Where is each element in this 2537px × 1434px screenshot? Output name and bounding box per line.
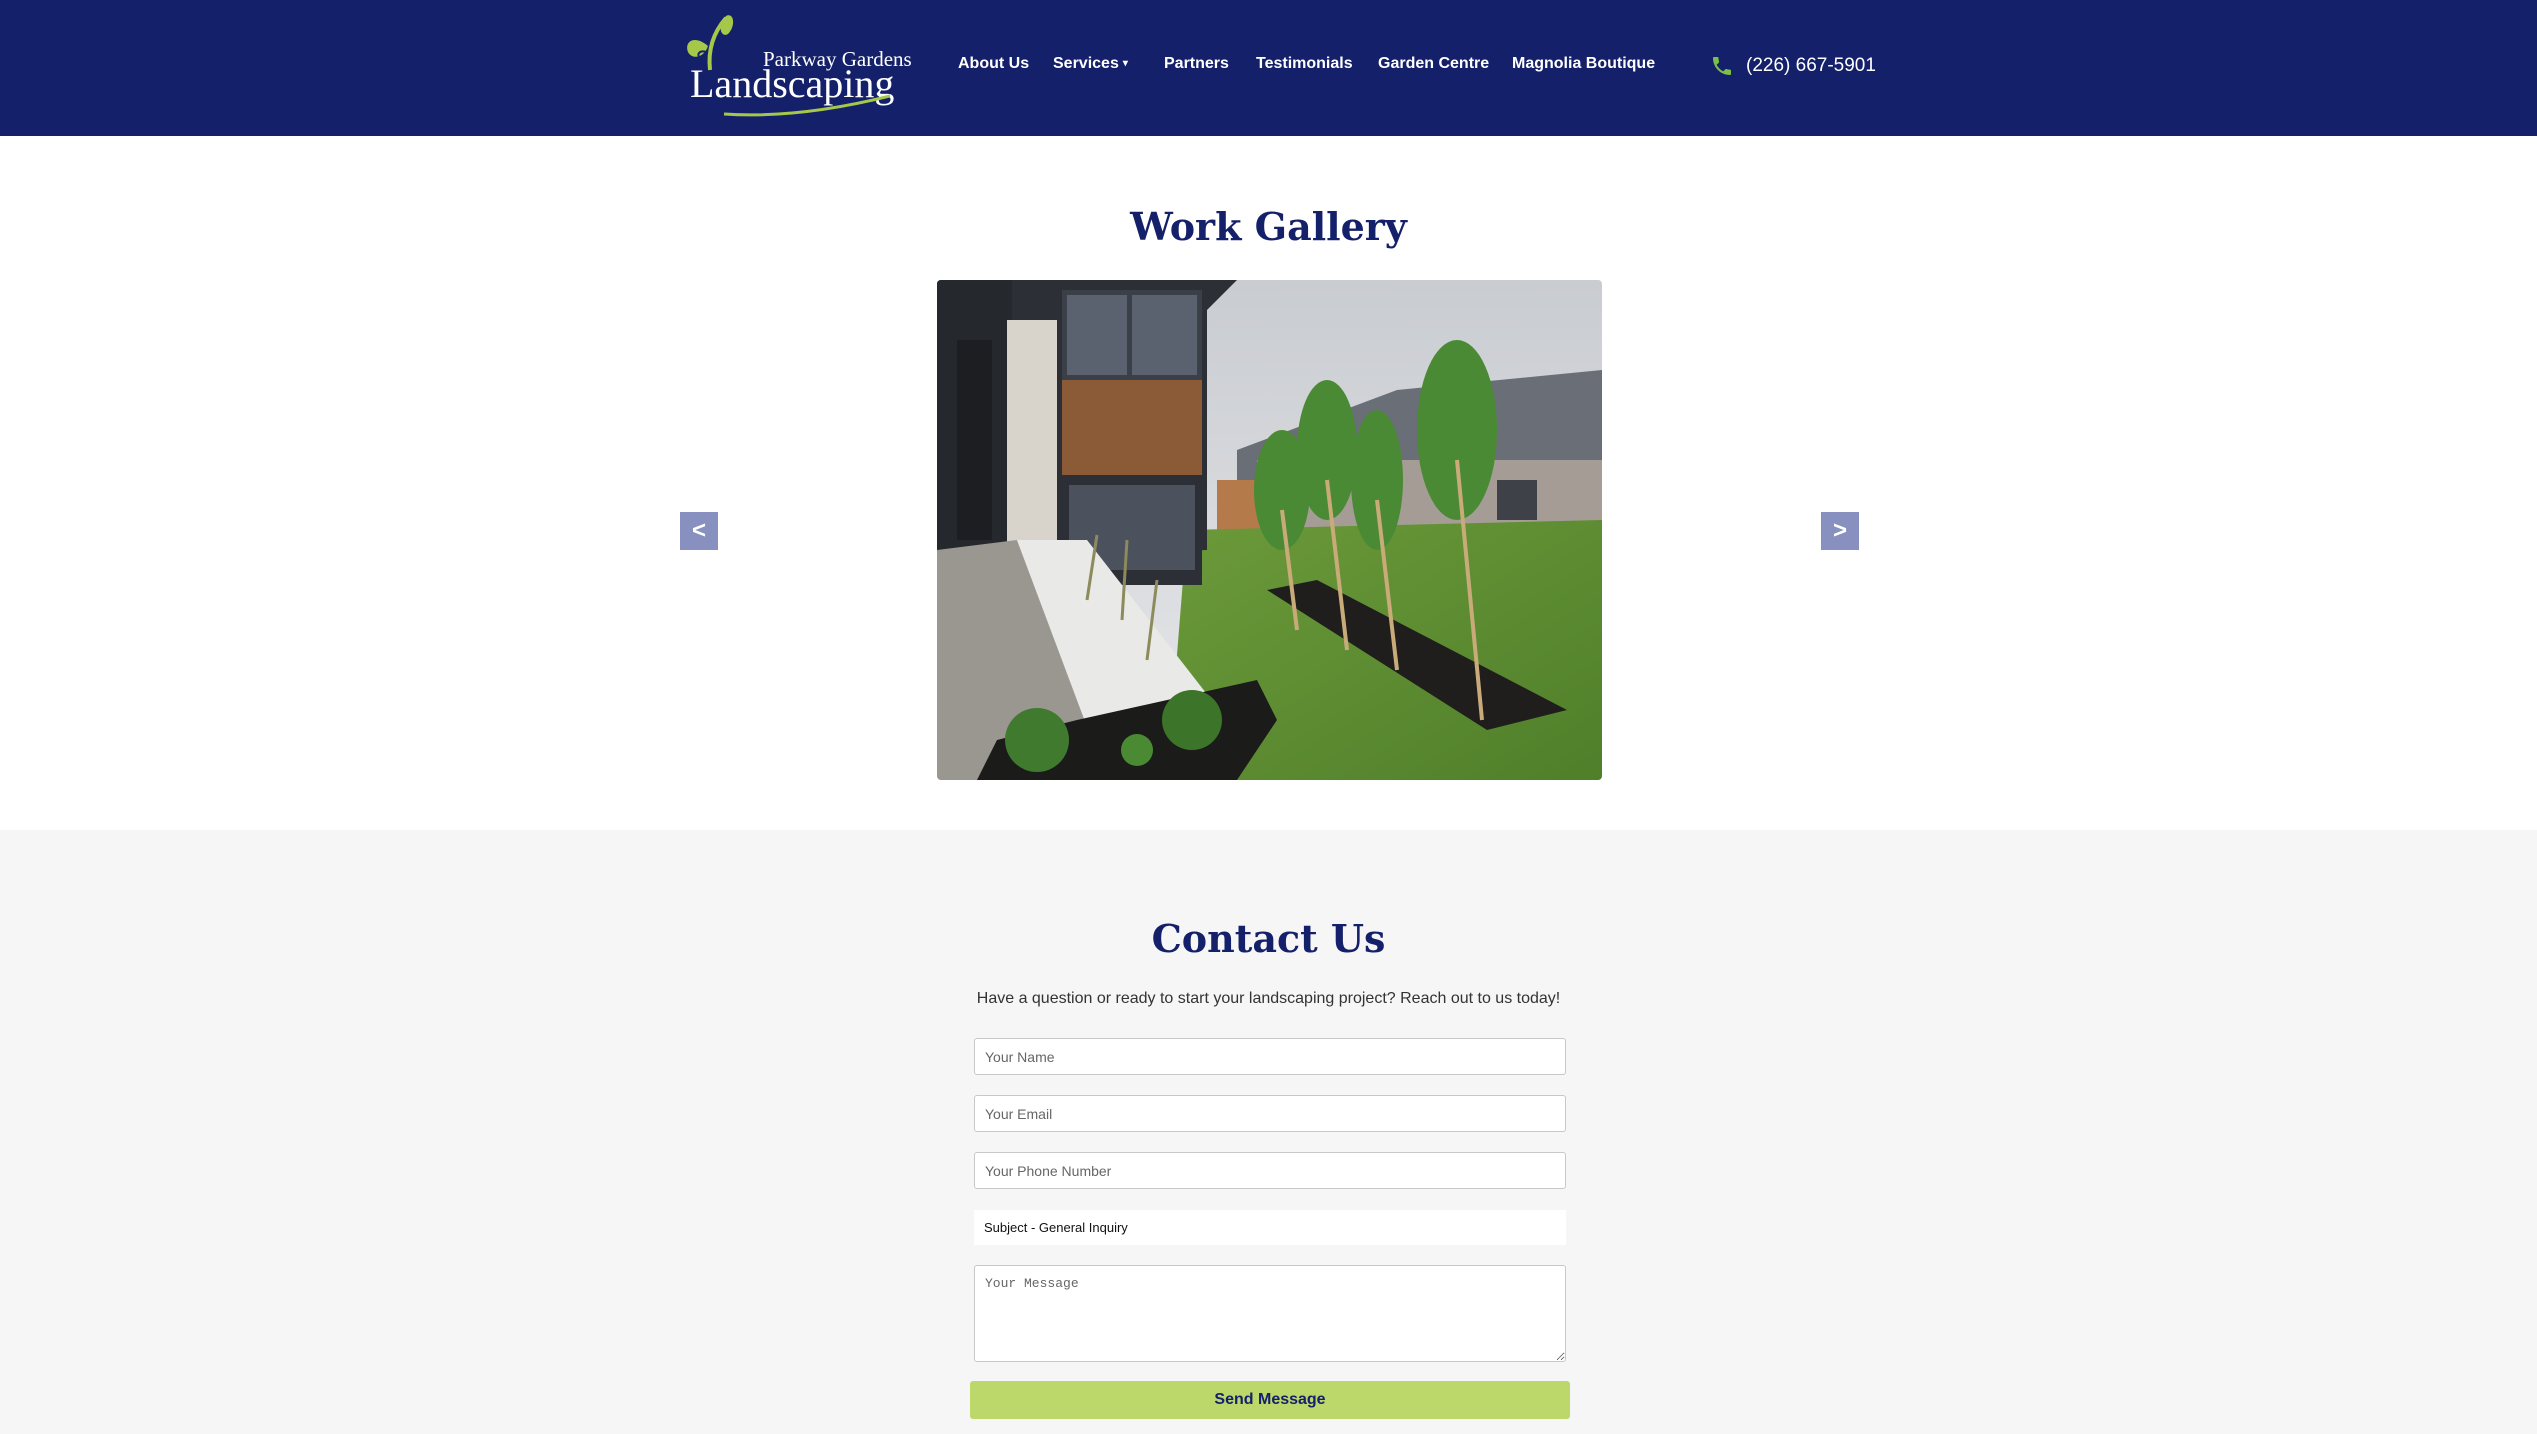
site-logo[interactable]: Parkway Gardens Landscaping xyxy=(682,12,912,117)
logo-swoosh xyxy=(723,94,891,117)
message-textarea[interactable] xyxy=(974,1265,1566,1362)
nav-services[interactable]: Services ▾ xyxy=(1053,55,1128,73)
name-input[interactable] xyxy=(974,1038,1566,1075)
nav-about-us[interactable]: About Us xyxy=(958,55,1029,73)
gallery-title: Work Gallery xyxy=(1130,204,1407,249)
nav-magnolia-boutique[interactable]: Magnolia Boutique xyxy=(1512,55,1655,73)
contact-subtitle: Have a question or ready to start your l… xyxy=(976,990,1561,1007)
email-input[interactable] xyxy=(974,1095,1566,1132)
send-message-button[interactable]: Send Message xyxy=(970,1381,1570,1419)
gallery-prev-button[interactable]: < xyxy=(680,512,718,550)
phone-number: (226) 667-5901 xyxy=(1746,55,1876,76)
phone-icon xyxy=(1713,57,1731,75)
gallery-slide-image xyxy=(937,280,1602,780)
header-phone[interactable]: (226) 667-5901 xyxy=(1710,52,1876,80)
nav-garden-centre[interactable]: Garden Centre xyxy=(1378,55,1489,73)
contact-title: Contact Us xyxy=(1151,916,1386,961)
nav-testimonials[interactable]: Testimonials xyxy=(1256,55,1353,73)
site-header: Parkway Gardens Landscaping About Us Ser… xyxy=(0,0,2537,136)
nav-services-label: Services xyxy=(1053,55,1119,72)
gallery-next-button[interactable]: > xyxy=(1821,512,1859,550)
nav-partners[interactable]: Partners xyxy=(1164,55,1229,73)
phone-input[interactable] xyxy=(974,1152,1566,1189)
subject-select[interactable]: Subject - General Inquiry xyxy=(974,1210,1566,1245)
chevron-down-icon: ▾ xyxy=(1122,58,1128,69)
work-gallery-section: Work Gallery < > xyxy=(0,136,2537,830)
contact-section: Contact Us Have a question or ready to s… xyxy=(0,830,2537,1434)
landscape-photo xyxy=(937,280,1602,780)
